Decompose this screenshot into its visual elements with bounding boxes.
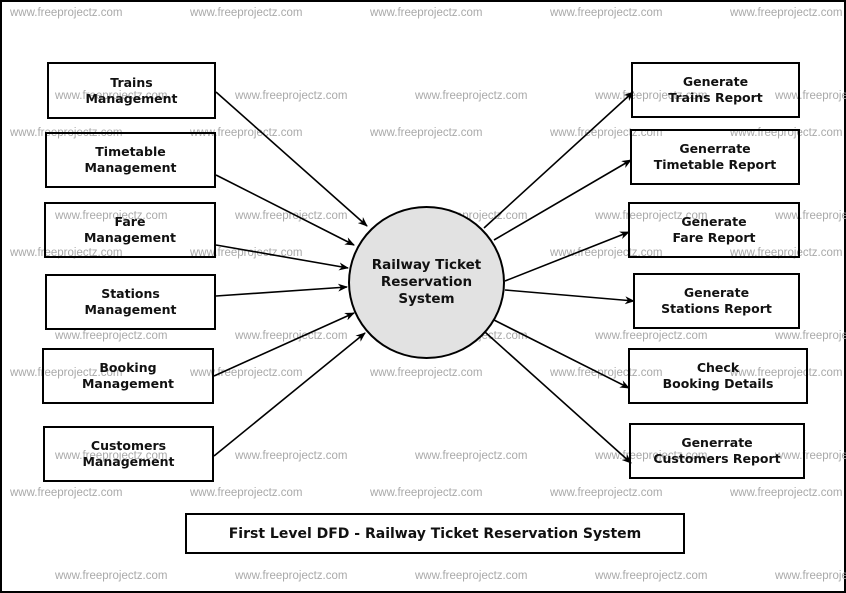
process-railway-ticket-reservation-system: Railway Ticket Reservation System xyxy=(348,206,505,359)
dfd-canvas: www.freeprojectz.com www.freeprojectz.com… xyxy=(0,0,846,593)
entity-booking-management: Booking Management xyxy=(42,348,214,404)
entity-generate-timetable-report: Generrate Timetable Report xyxy=(630,129,800,185)
entity-customers-management: Customers Management xyxy=(43,426,214,482)
flow-process-to-trains-report xyxy=(483,91,634,229)
flow-timetable-to-process xyxy=(215,174,355,246)
entity-generate-trains-report: Generate Trains Report xyxy=(631,62,800,118)
diagram-title: First Level DFD - Railway Ticket Reserva… xyxy=(185,513,685,554)
entity-check-booking-details: Check Booking Details xyxy=(628,348,808,404)
entity-generate-customers-report: Generrate Customers Report xyxy=(629,423,805,479)
flow-process-to-booking-details xyxy=(493,319,630,389)
entity-stations-management: Stations Management xyxy=(45,274,216,330)
entity-generate-fare-report: Generate Fare Report xyxy=(628,202,800,258)
flow-fare-to-process xyxy=(215,244,349,271)
entity-timetable-management: Timetable Management xyxy=(45,132,216,188)
flow-process-to-stations-report xyxy=(504,289,635,305)
entity-generate-stations-report: Generate Stations Report xyxy=(633,273,800,329)
flow-booking-to-process xyxy=(213,312,355,377)
entity-trains-management: Trains Management xyxy=(47,62,216,119)
entity-fare-management: Fare Management xyxy=(44,202,216,258)
flow-process-to-fare-report xyxy=(504,231,630,282)
flow-customers-to-process xyxy=(213,332,366,457)
flow-stations-to-process xyxy=(215,283,348,297)
flow-trains-to-process xyxy=(215,91,368,227)
